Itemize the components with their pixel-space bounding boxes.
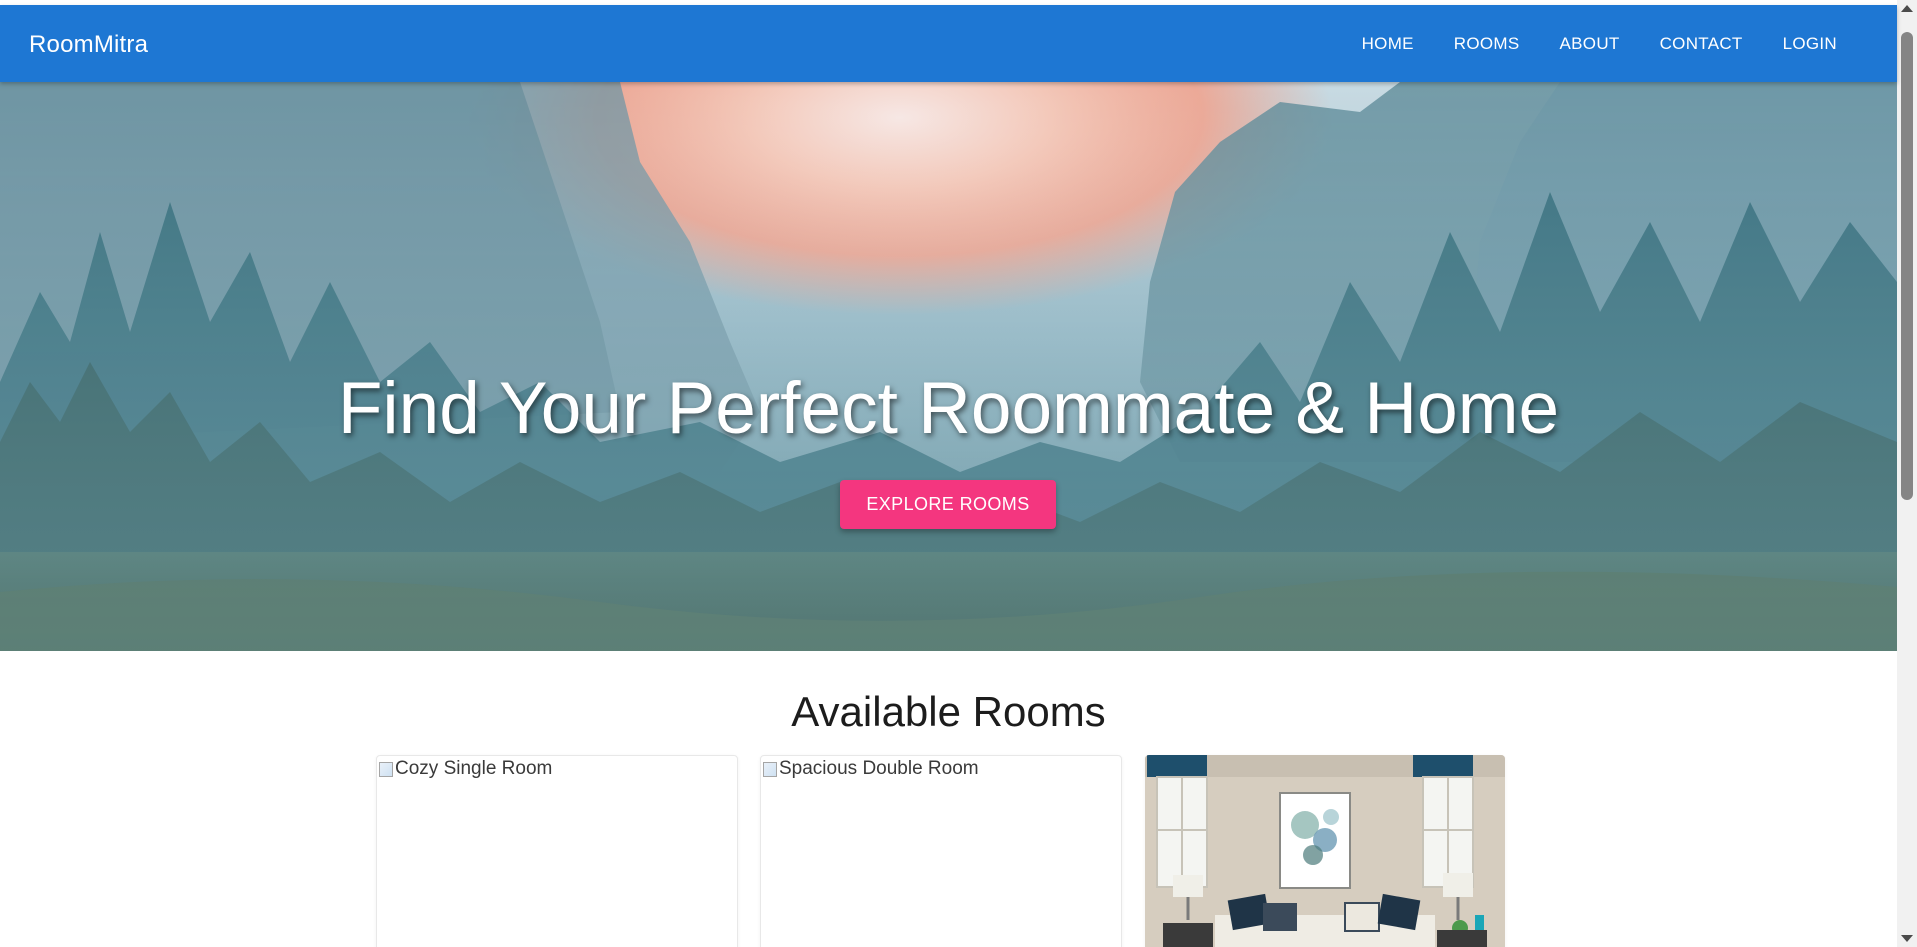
- nav-link-home[interactable]: HOME: [1342, 34, 1434, 54]
- room-photo: [1145, 755, 1505, 947]
- broken-image-icon: [379, 761, 393, 777]
- nav-link-about[interactable]: ABOUT: [1540, 34, 1640, 54]
- navbar: RoomMitra HOME ROOMS ABOUT CONTACT LOGIN: [0, 5, 1897, 82]
- broken-image-icon: [763, 761, 777, 777]
- explore-rooms-button[interactable]: EXPLORE ROOMS: [840, 480, 1056, 529]
- room-image-alt: Spacious Double Room: [779, 758, 979, 779]
- scroll-down-arrow-icon[interactable]: [1901, 935, 1913, 942]
- room-card-spacious-double[interactable]: Spacious Double Room: [760, 755, 1122, 947]
- nav-link-contact[interactable]: CONTACT: [1640, 34, 1763, 54]
- page: RoomMitra HOME ROOMS ABOUT CONTACT LOGIN: [0, 0, 1917, 947]
- nav-link-login[interactable]: LOGIN: [1763, 34, 1857, 54]
- scrollbar-thumb[interactable]: [1901, 32, 1913, 500]
- nav-links: HOME ROOMS ABOUT CONTACT LOGIN: [1342, 5, 1857, 82]
- brand-logo[interactable]: RoomMitra: [29, 31, 148, 59]
- room-image: Cozy Single Room: [377, 756, 737, 782]
- hero-title: Find Your Perfect Roommate & Home: [337, 368, 1560, 449]
- nav-link-rooms[interactable]: ROOMS: [1434, 34, 1540, 54]
- available-rooms-heading: Available Rooms: [791, 688, 1106, 735]
- vertical-scrollbar[interactable]: [1897, 0, 1917, 947]
- hero-banner: Find Your Perfect Roommate & Home EXPLOR…: [0, 82, 1897, 651]
- room-card-living-room[interactable]: [1145, 755, 1505, 947]
- scroll-up-arrow-icon[interactable]: [1901, 5, 1913, 12]
- room-image-alt: Cozy Single Room: [395, 758, 553, 779]
- room-image: Spacious Double Room: [761, 756, 1121, 782]
- room-card-cozy-single[interactable]: Cozy Single Room: [376, 755, 738, 947]
